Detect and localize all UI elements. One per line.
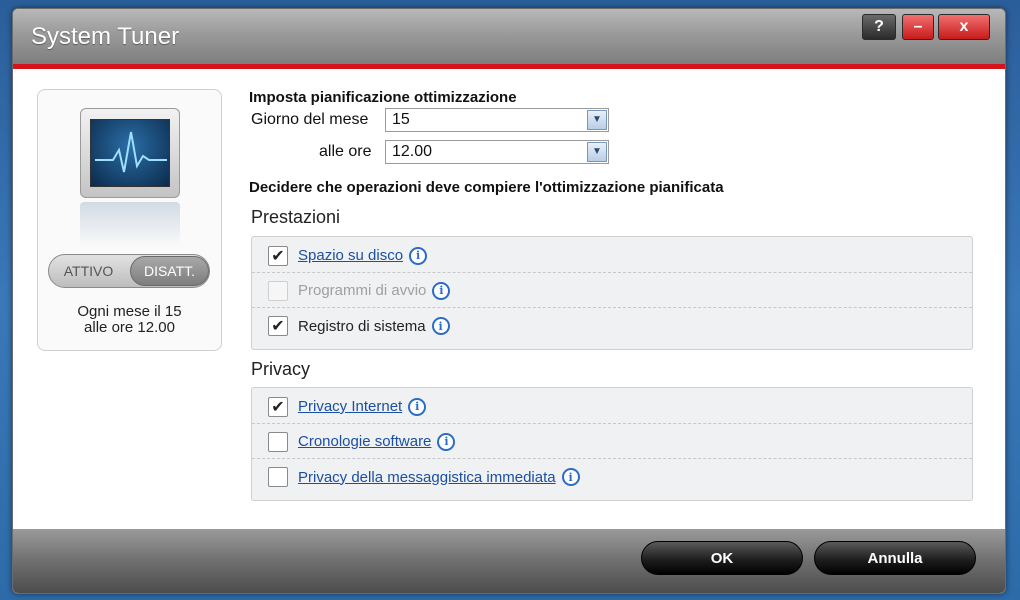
title-bar: System Tuner ? – x — [13, 9, 1005, 64]
programmi-di-avvio-label: Programmi di avvio — [298, 282, 427, 299]
day-label: Giorno del mese — [251, 111, 369, 128]
monitor-reflection — [80, 202, 180, 247]
cronologie-software-link[interactable]: Cronologie software — [298, 433, 431, 450]
info-icon[interactable]: i — [409, 246, 428, 265]
privacy-group: ✔ Privacy Internet i Cronologie software… — [251, 387, 973, 501]
info-icon[interactable]: i — [437, 432, 456, 451]
checkbox-programmi-di-avvio — [268, 280, 288, 301]
on-off-toggle[interactable]: ATTIVO DISATT. — [48, 254, 210, 288]
schedule-summary: Ogni mese il 15 alle ore 12.00 — [38, 304, 221, 336]
help-button[interactable]: ? — [862, 14, 896, 40]
chevron-down-icon[interactable]: ▼ — [587, 110, 607, 130]
prestazioni-title: Prestazioni — [251, 207, 341, 227]
prestazioni-group: ✔ Spazio su disco i Programmi di avvio i… — [251, 236, 973, 350]
system-tuner-window: System Tuner ? – x ATTIVO DISATT. Ogni m… — [12, 8, 1006, 594]
status-card: ATTIVO DISATT. Ogni mese il 15 alle ore … — [37, 89, 222, 351]
checkbox-cronologie-software[interactable] — [268, 431, 288, 452]
privacy-internet-link[interactable]: Privacy Internet — [298, 398, 402, 415]
day-select[interactable]: 15 ▼ — [385, 108, 609, 132]
info-icon[interactable]: i — [432, 281, 451, 300]
toggle-off-option[interactable]: DISATT. — [129, 256, 209, 286]
minimize-button[interactable]: – — [902, 14, 934, 40]
toggle-on-option[interactable]: ATTIVO — [49, 263, 128, 279]
list-item[interactable]: ✔ Registro di sistema i — [252, 309, 972, 343]
schedule-heading: Imposta pianificazione ottimizzazione — [249, 89, 517, 106]
day-select-value: 15 — [392, 111, 410, 128]
privacy-title: Privacy — [251, 359, 311, 379]
info-icon[interactable]: i — [561, 468, 580, 486]
accent-divider — [13, 64, 1005, 69]
list-item[interactable]: Privacy della messaggistica immediata i — [252, 460, 972, 494]
checkbox-registro-di-sistema[interactable]: ✔ — [268, 316, 288, 336]
checkbox-spazio-su-disco[interactable]: ✔ — [268, 245, 288, 266]
heartbeat-monitor-icon — [80, 108, 180, 198]
list-item[interactable]: Cronologie software i — [252, 425, 972, 459]
checkbox-privacy-messaggistica[interactable] — [268, 467, 288, 487]
list-item[interactable]: ✔ Spazio su disco i — [252, 239, 972, 273]
time-select[interactable]: 12.00 ▼ — [385, 140, 609, 164]
spazio-su-disco-link[interactable]: Spazio su disco — [298, 247, 403, 264]
checkbox-privacy-internet[interactable]: ✔ — [268, 396, 288, 417]
ok-button[interactable]: OK — [641, 541, 803, 575]
heartbeat-line-icon — [95, 131, 167, 173]
info-icon[interactable]: i — [431, 317, 450, 335]
schedule-summary-line1: Ogni mese il 15 — [77, 303, 182, 320]
window-title: System Tuner — [31, 23, 180, 50]
time-label: alle ore — [319, 143, 372, 160]
list-item[interactable]: ✔ Privacy Internet i — [252, 390, 972, 424]
info-icon[interactable]: i — [408, 397, 427, 416]
schedule-summary-line2: alle ore 12.00 — [84, 319, 175, 336]
chevron-down-icon[interactable]: ▼ — [587, 142, 607, 162]
list-item: Programmi di avvio i — [252, 274, 972, 308]
close-button[interactable]: x — [938, 14, 990, 40]
time-select-value: 12.00 — [392, 143, 433, 160]
operations-heading: Decidere che operazioni deve compiere l'… — [249, 179, 724, 196]
privacy-messaggistica-link[interactable]: Privacy della messaggistica immediata — [298, 469, 556, 486]
cancel-button[interactable]: Annulla — [814, 541, 976, 575]
registro-di-sistema-label: Registro di sistema — [298, 317, 426, 335]
